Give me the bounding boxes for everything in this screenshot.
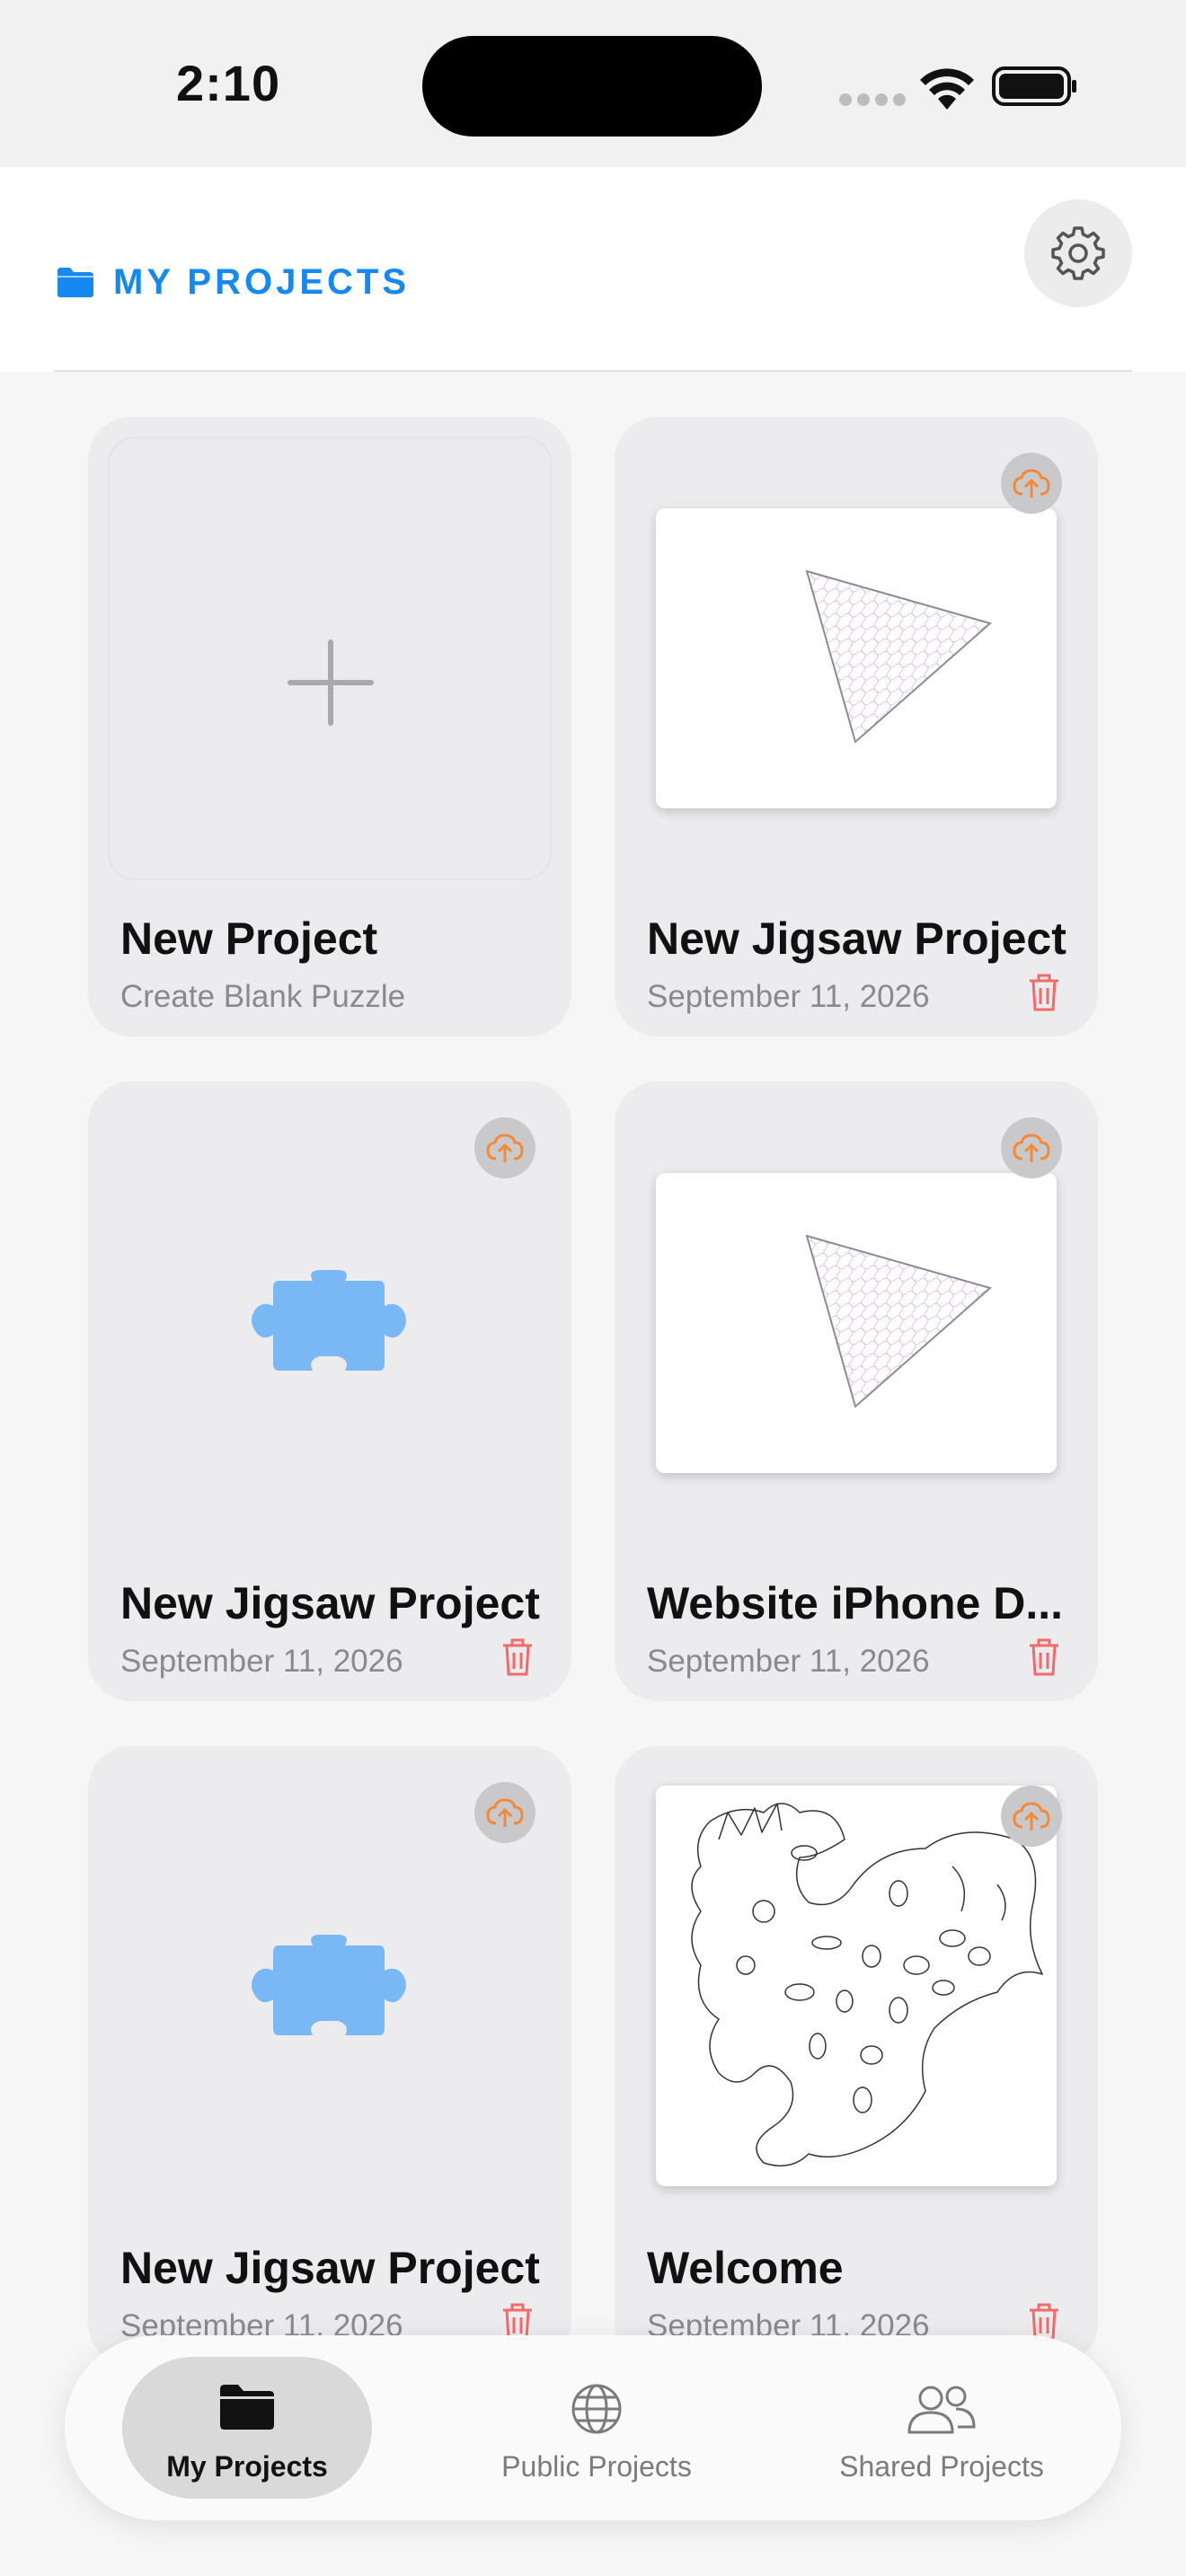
card-date: September 11, 2026 xyxy=(647,1644,930,1679)
globe-icon xyxy=(571,2384,622,2434)
project-thumbnail xyxy=(656,508,1057,808)
card-title: Welcome xyxy=(647,2243,844,2293)
triangle-puzzle-image xyxy=(805,1234,993,1408)
battery-icon xyxy=(992,66,1076,106)
trash-icon[interactable] xyxy=(1026,1636,1062,1678)
trash-icon[interactable] xyxy=(500,1636,535,1678)
project-card[interactable]: New Jigsaw Project September 11, 2026 xyxy=(615,417,1098,1037)
plus-icon xyxy=(288,640,374,726)
puzzle-piece-icon xyxy=(252,1935,406,2035)
cloud-upload-button[interactable] xyxy=(1001,1786,1062,1847)
page-title: MY PROJECTS xyxy=(113,262,410,302)
folder-icon xyxy=(58,268,93,297)
card-date: September 11, 2026 xyxy=(647,979,930,1014)
folder-icon xyxy=(220,2385,274,2430)
new-project-tile xyxy=(108,437,552,880)
card-date: September 11, 2026 xyxy=(120,1644,403,1679)
tab-label: Shared Projects xyxy=(839,2450,1044,2483)
project-card[interactable]: Website iPhone D... September 11, 2026 xyxy=(615,1081,1098,1701)
cloud-upload-button[interactable] xyxy=(474,1782,535,1843)
project-card[interactable]: New Jigsaw Project September 11, 2026 xyxy=(88,1746,571,2366)
cloud-upload-icon xyxy=(486,1798,524,1827)
card-title: Website iPhone D... xyxy=(647,1578,1064,1628)
new-project-card[interactable]: New Project Create Blank Puzzle xyxy=(88,417,571,1037)
tab-shared-projects[interactable]: Shared Projects xyxy=(812,2357,1071,2499)
cloud-upload-icon xyxy=(1013,1802,1050,1831)
settings-button[interactable] xyxy=(1024,199,1132,307)
gear-icon xyxy=(1051,226,1105,280)
tab-label: My Projects xyxy=(166,2450,328,2483)
card-title: New Jigsaw Project xyxy=(120,1578,540,1628)
cloud-upload-button[interactable] xyxy=(1001,1117,1062,1178)
project-thumbnail xyxy=(656,1786,1057,2186)
card-subtitle: Create Blank Puzzle xyxy=(120,979,406,1014)
wifi-icon xyxy=(920,68,974,110)
card-title: New Jigsaw Project xyxy=(120,2243,540,2293)
puzzle-piece-icon xyxy=(252,1270,406,1371)
cloud-upload-button[interactable] xyxy=(474,1117,535,1178)
dynamic-island xyxy=(422,36,762,137)
status-bar: 2:10 xyxy=(0,0,1186,167)
cloud-upload-button[interactable] xyxy=(1001,453,1062,514)
project-thumbnail xyxy=(656,1173,1057,1473)
cloud-upload-icon xyxy=(486,1134,524,1162)
tab-public-projects[interactable]: Public Projects xyxy=(471,2357,722,2499)
cloud-upload-icon xyxy=(1013,469,1050,498)
project-card[interactable]: New Jigsaw Project September 11, 2026 xyxy=(88,1081,571,1701)
cellular-signal-icon xyxy=(839,93,911,110)
dragon-puzzle-image xyxy=(691,1803,1043,2167)
project-card[interactable]: Welcome September 11, 2026 xyxy=(615,1746,1098,2366)
tab-label: Public Projects xyxy=(501,2450,692,2483)
card-title: New Project xyxy=(120,913,378,964)
triangle-puzzle-image xyxy=(805,569,993,744)
tab-my-projects[interactable]: My Projects xyxy=(122,2357,372,2499)
cloud-upload-icon xyxy=(1013,1134,1050,1162)
tab-bar: My Projects Public Projects Shared Proje… xyxy=(65,2335,1121,2520)
card-title: New Jigsaw Project xyxy=(647,913,1067,964)
status-time: 2:10 xyxy=(176,55,281,111)
people-icon xyxy=(907,2386,976,2434)
trash-icon[interactable] xyxy=(1026,972,1062,1013)
